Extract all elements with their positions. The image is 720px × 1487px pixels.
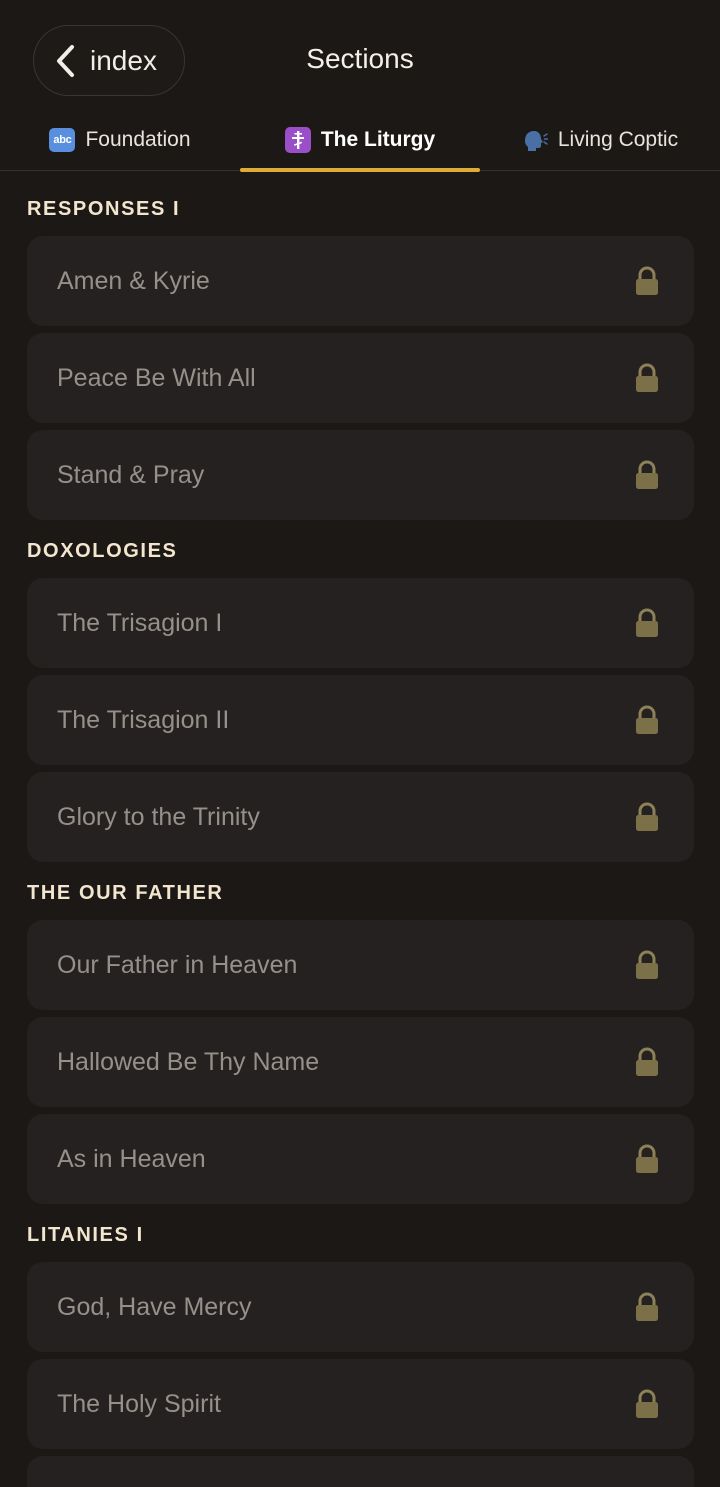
tab-label: Foundation xyxy=(85,128,191,151)
lock-icon xyxy=(636,1144,658,1173)
section-responses-i: RESPONSES I Amen & Kyrie Peace Be With A… xyxy=(27,195,694,520)
lock-icon xyxy=(636,1047,658,1076)
lesson-label: The Trisagion II xyxy=(57,705,230,734)
lesson-label: The Trisagion I xyxy=(57,608,223,637)
lesson-label: Hallowed Be Thy Name xyxy=(57,1047,320,1076)
tab-foundation[interactable]: abc Foundation xyxy=(0,110,240,170)
section-doxologies: DOXOLOGIES The Trisagion I The Trisagion… xyxy=(27,537,694,862)
lesson-item[interactable]: Our Father in Heaven xyxy=(27,920,694,1010)
lesson-item[interactable]: The Trisagion I xyxy=(27,578,694,668)
lesson-label: God, Have Mercy xyxy=(57,1292,252,1321)
lock-icon xyxy=(636,705,658,734)
sections-screen: index Sections abc Foundation The Liturg… xyxy=(0,0,720,1487)
lesson-label: Amen & Kyrie xyxy=(57,266,210,295)
tab-the-liturgy[interactable]: The Liturgy xyxy=(240,110,480,172)
speaking-head-icon xyxy=(522,128,548,152)
lock-icon xyxy=(636,802,658,831)
section-the-our-father: THE OUR FATHER Our Father in Heaven Hall… xyxy=(27,879,694,1204)
lesson-item[interactable]: Peace Be With All xyxy=(27,333,694,423)
lesson-item[interactable]: Amen & Kyrie xyxy=(27,236,694,326)
lesson-item[interactable]: Hallowed Be Thy Name xyxy=(27,1017,694,1107)
section-heading: LITANIES I xyxy=(27,1224,144,1246)
lesson-item-partial[interactable] xyxy=(27,1456,694,1487)
tab-label: The Liturgy xyxy=(320,128,436,151)
lesson-item[interactable]: Stand & Pray xyxy=(27,430,694,520)
header: index Sections xyxy=(0,0,720,120)
lock-icon xyxy=(636,608,658,637)
lesson-label: Peace Be With All xyxy=(57,363,256,392)
section-heading: THE OUR FATHER xyxy=(27,882,224,904)
page-title: Sections xyxy=(306,43,414,74)
lesson-label: Glory to the Trinity xyxy=(57,802,260,831)
lesson-item[interactable]: The Holy Spirit xyxy=(27,1359,694,1449)
lock-icon xyxy=(636,1292,658,1321)
lesson-list: RESPONSES I Amen & Kyrie Peace Be With A… xyxy=(27,195,694,1487)
lock-icon xyxy=(636,950,658,979)
tab-label: Living Coptic xyxy=(557,128,679,151)
lock-icon xyxy=(636,460,658,489)
lesson-item[interactable]: As in Heaven xyxy=(27,1114,694,1204)
section-litanies-i: LITANIES I God, Have Mercy The Holy Spir… xyxy=(27,1221,694,1487)
abc-icon: abc xyxy=(49,128,76,152)
lock-icon xyxy=(636,266,658,295)
lesson-item[interactable]: The Trisagion II xyxy=(27,675,694,765)
lesson-item[interactable]: God, Have Mercy xyxy=(27,1262,694,1352)
tab-bar: abc Foundation The Liturgy Living Coptic xyxy=(0,110,720,172)
lesson-label: The Holy Spirit xyxy=(57,1389,221,1418)
section-heading: RESPONSES I xyxy=(27,198,181,220)
lesson-item[interactable]: Glory to the Trinity xyxy=(27,772,694,862)
section-heading: DOXOLOGIES xyxy=(27,540,178,562)
lock-icon xyxy=(636,1389,658,1418)
lesson-label: Stand & Pray xyxy=(57,460,205,489)
lock-icon xyxy=(636,363,658,392)
lesson-label: As in Heaven xyxy=(57,1144,206,1173)
lesson-label: Our Father in Heaven xyxy=(57,950,298,979)
orthodox-cross-icon xyxy=(284,127,311,153)
tab-living-coptic[interactable]: Living Coptic xyxy=(480,110,720,170)
